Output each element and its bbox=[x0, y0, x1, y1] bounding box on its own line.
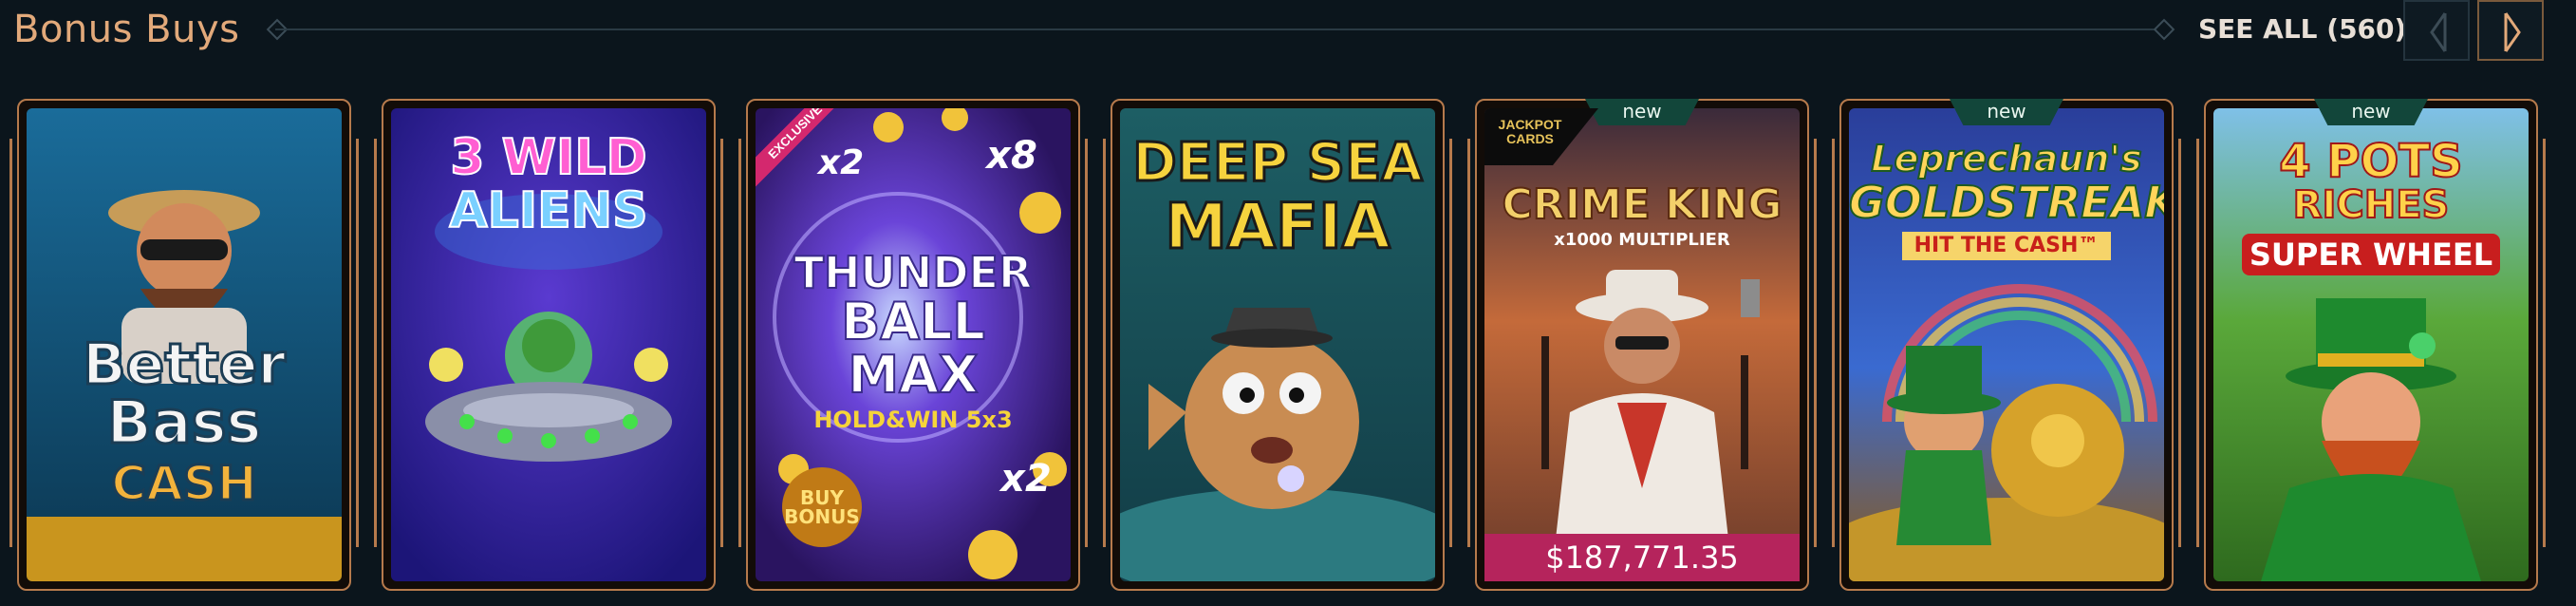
game-title-line: Better bbox=[81, 331, 287, 398]
jackpot-amount: $187,771.35 bbox=[1484, 534, 1800, 581]
chevron-right-icon bbox=[2504, 12, 2521, 52]
game-title-line: GOLDSTREAK bbox=[1849, 177, 2164, 228]
game-title-line: THUNDER bbox=[793, 247, 1034, 298]
carousel-next-button[interactable] bbox=[2477, 0, 2544, 61]
game-card-better-bass-cash[interactable]: Better Bass CASH bbox=[9, 99, 359, 591]
game-title-line: MAFIA bbox=[1164, 190, 1391, 263]
game-title-line: ALIENS bbox=[448, 182, 648, 239]
game-subtitle: HOLD&WIN 5x3 bbox=[813, 407, 1013, 433]
game-thumbnail: DEEP SEA MAFIA bbox=[1120, 108, 1435, 581]
game-subtitle: x1000 MULTIPLIER bbox=[1554, 230, 1730, 250]
game-thumbnail: Leprechaun's GOLDSTREAK HIT THE CASH™ bbox=[1849, 108, 2164, 581]
carousel-prev-button[interactable] bbox=[2403, 0, 2470, 61]
game-thumbnail: JACKPOT CARDS CRIME KING x1000 MULTIPLIE… bbox=[1484, 108, 1800, 581]
game-card-leprechauns-goldstreak[interactable]: new Leprechaun's GOLDSTREAK HIT THE CASH… bbox=[1832, 99, 2181, 591]
multiplier-label: x2 bbox=[817, 143, 865, 182]
game-card-4-pots-riches[interactable]: new 4 POTS RICHES SUPER WHEEL bbox=[2196, 99, 2546, 591]
multiplier-label: x2 bbox=[1000, 457, 1052, 501]
game-title-line: CRIME KING bbox=[1501, 180, 1783, 229]
game-title-line: BALL bbox=[840, 292, 986, 351]
chevron-left-icon bbox=[2430, 12, 2447, 52]
game-title-line: 4 POTS bbox=[2278, 135, 2463, 188]
game-card-thunder-ball-max[interactable]: EXCLUSIVE x2 x8 THUNDER BALL MAX HOLD&WI… bbox=[738, 99, 1088, 591]
game-thumbnail: 4 POTS RICHES SUPER WHEEL bbox=[2213, 108, 2529, 581]
divider-line bbox=[275, 28, 2164, 30]
game-card-3-wild-aliens[interactable]: 3 WILD ALIENS bbox=[374, 99, 723, 591]
game-thumbnail: Better Bass CASH bbox=[27, 108, 342, 581]
section-title: Bonus Buys bbox=[13, 8, 240, 51]
game-thumbnail: EXCLUSIVE x2 x8 THUNDER BALL MAX HOLD&WI… bbox=[756, 108, 1071, 581]
game-subtitle: HIT THE CASH™ bbox=[1902, 232, 2111, 260]
see-all-link[interactable]: SEE ALL (560) bbox=[2198, 6, 2406, 53]
game-card-crime-king[interactable]: new JACKPOT CARDS CRIME KING x1000 MULTI… bbox=[1467, 99, 1817, 591]
new-badge: new bbox=[1950, 99, 2063, 125]
new-badge: new bbox=[2314, 99, 2428, 125]
game-title-line: CASH bbox=[110, 456, 258, 511]
game-title-line: Bass bbox=[105, 388, 263, 457]
game-title-line: Leprechaun's bbox=[1870, 138, 2142, 180]
multiplier-label: x8 bbox=[986, 134, 1037, 178]
new-badge: new bbox=[1585, 99, 1699, 125]
game-card-deep-sea-mafia[interactable]: DEEP SEA MAFIA bbox=[1103, 99, 1452, 591]
game-thumbnail: 3 WILD ALIENS bbox=[391, 108, 706, 581]
game-subtitle: SUPER WHEEL bbox=[2242, 234, 2500, 275]
game-title-line: 3 WILD bbox=[449, 129, 647, 186]
game-title-line: MAX bbox=[847, 345, 979, 405]
game-title-line: RICHES bbox=[2292, 183, 2451, 227]
buy-bonus-label: BUY BONUS bbox=[784, 486, 860, 528]
game-title-line: DEEP SEA bbox=[1131, 132, 1424, 194]
section-header: Bonus Buys SEE ALL (560) bbox=[0, 0, 2576, 95]
divider-diamond-right bbox=[2153, 18, 2175, 41]
game-art-image bbox=[1484, 108, 1800, 581]
